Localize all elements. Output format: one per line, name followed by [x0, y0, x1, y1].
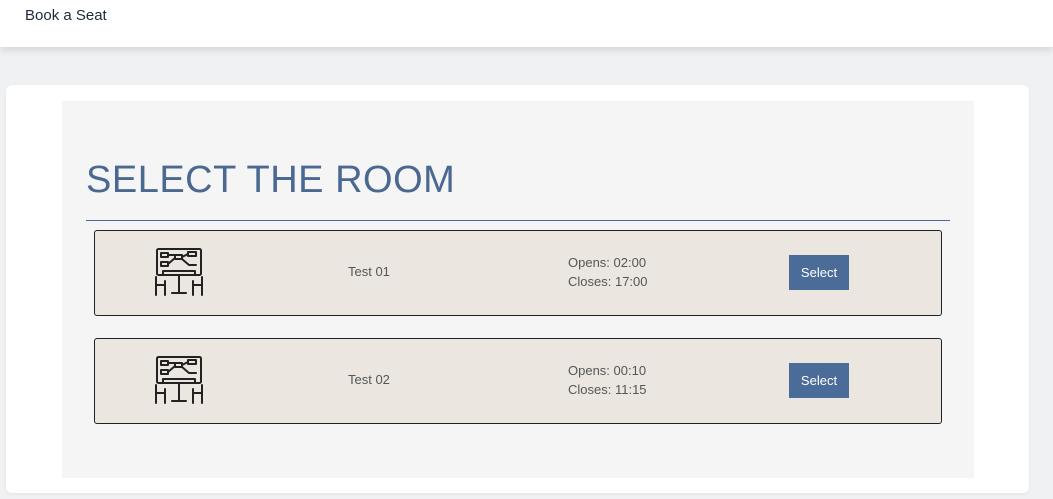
title-divider	[86, 220, 950, 221]
top-navbar: Book a Seat	[0, 0, 1053, 47]
room-name: Test 02	[348, 372, 390, 387]
content-card: SELECT THE ROOM Test 01 Opens: 02:00 Clo…	[6, 85, 1029, 493]
room-selection-panel: SELECT THE ROOM Test 01 Opens: 02:00 Clo…	[62, 101, 974, 478]
meeting-room-icon	[153, 247, 205, 299]
closing-time: Closes: 11:15	[568, 382, 647, 397]
closing-time: Closes: 17:00	[568, 274, 648, 289]
room-name: Test 01	[348, 264, 390, 279]
room-row: Test 01 Opens: 02:00 Closes: 17:00 Selec…	[94, 230, 942, 316]
opening-time: Opens: 00:10	[568, 363, 647, 378]
room-hours: Opens: 02:00 Closes: 17:00	[568, 253, 648, 291]
room-hours: Opens: 00:10 Closes: 11:15	[568, 361, 647, 399]
select-room-button[interactable]: Select	[789, 363, 849, 398]
select-room-button[interactable]: Select	[789, 255, 849, 290]
brand-link[interactable]: Book a Seat	[25, 7, 107, 24]
room-row: Test 02 Opens: 00:10 Closes: 11:15 Selec…	[94, 338, 942, 424]
opening-time: Opens: 02:00	[568, 255, 647, 270]
meeting-room-icon	[153, 355, 205, 407]
page-title: SELECT THE ROOM	[86, 159, 456, 201]
